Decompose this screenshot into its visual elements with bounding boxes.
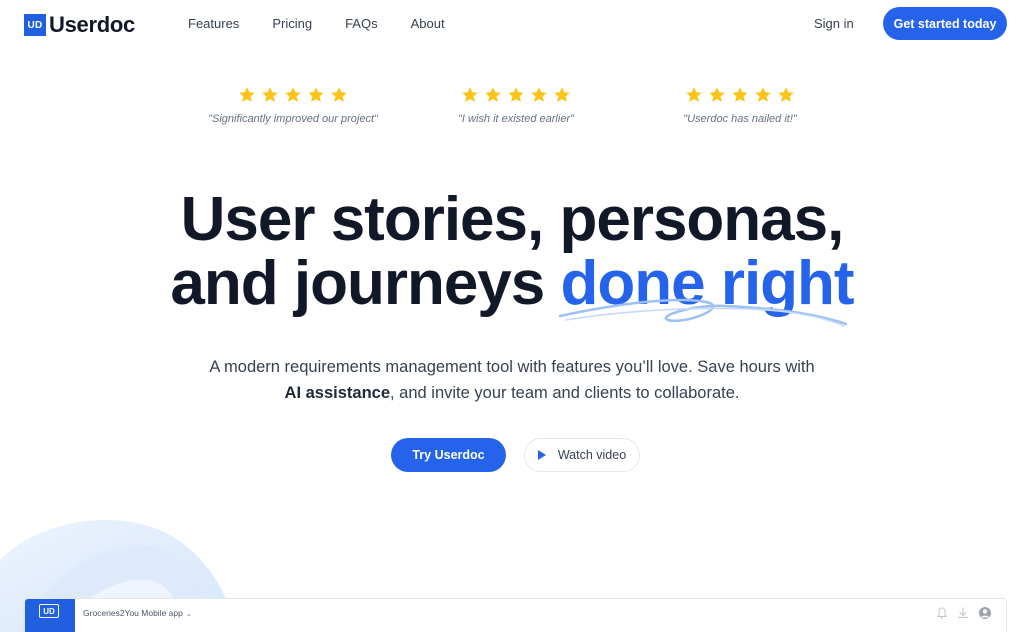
star-rating (406, 86, 626, 104)
preview-sidebar-logo: UD (25, 599, 75, 632)
get-started-button[interactable]: Get started today (883, 7, 1007, 40)
star-icon (554, 87, 570, 102)
hero-subtitle-line-1: A modern requirements management tool wi… (209, 358, 815, 376)
brand-logo[interactable]: UD Userdoc (24, 12, 135, 38)
testimonial-quote: "Significantly improved our project" (208, 113, 378, 125)
underline-squiggle-decoration (558, 298, 848, 327)
hero-headline-line-1: User stories, personas, (180, 185, 845, 254)
star-icon (331, 87, 347, 102)
star-icon (285, 87, 301, 102)
watch-video-button[interactable]: Watch video (524, 438, 640, 472)
testimonial-1: "Significantly improved our project" (183, 86, 403, 125)
logo-text: Userdoc (49, 12, 135, 37)
star-icon (508, 87, 524, 102)
project-name: Groceries2You Mobile app (83, 608, 183, 618)
nav-link-about[interactable]: About (411, 16, 445, 31)
star-icon (262, 87, 278, 102)
star-icon (755, 87, 771, 102)
nav-link-features[interactable]: Features (188, 16, 239, 31)
hero-subtitle-rest: , and invite your team and clients to co… (390, 384, 740, 402)
star-icon (239, 87, 255, 102)
star-icon (462, 87, 478, 102)
bell-icon[interactable] (935, 606, 949, 620)
star-rating (183, 86, 403, 104)
star-icon (732, 87, 748, 102)
sign-in-link[interactable]: Sign in (814, 16, 854, 31)
try-userdoc-button[interactable]: Try Userdoc (391, 438, 506, 472)
logo-badge: UD (24, 14, 46, 36)
project-selector[interactable]: Groceries2You Mobile app ⌄ (83, 608, 192, 618)
preview-logo-badge: UD (39, 604, 59, 618)
star-icon (485, 87, 501, 102)
star-rating (630, 86, 850, 104)
star-icon (531, 87, 547, 102)
user-icon[interactable] (978, 606, 992, 620)
play-icon (537, 450, 546, 460)
testimonial-2: "I wish it existed earlier" (406, 86, 626, 125)
ai-assistance-highlight: AI assistance (284, 384, 391, 402)
star-icon (308, 87, 324, 102)
star-icon (686, 87, 702, 102)
star-icon (778, 87, 794, 102)
nav-link-faqs[interactable]: FAQs (345, 16, 378, 31)
testimonial-3: "Userdoc has nailed it!" (630, 86, 850, 125)
download-icon[interactable] (956, 606, 970, 620)
star-icon (709, 87, 725, 102)
nav-links: Features Pricing FAQs About (188, 16, 478, 31)
chevron-down-icon: ⌄ (185, 611, 192, 618)
testimonial-quote: "I wish it existed earlier" (457, 113, 574, 125)
watch-video-label: Watch video (557, 448, 627, 462)
app-preview-window: UD Groceries2You Mobile app ⌄ (24, 598, 1007, 632)
hero-headline-line-2: and journeys done right (0, 252, 1024, 316)
top-navigation: UD Userdoc Features Pricing FAQs About S… (0, 0, 1024, 48)
nav-link-pricing[interactable]: Pricing (272, 16, 312, 31)
hero-subtitle-line-2: AI assistance, and invite your team and … (0, 380, 1024, 406)
testimonial-quote: "Userdoc has nailed it!" (683, 113, 797, 125)
hero-headline-plain: and journeys (170, 249, 561, 318)
